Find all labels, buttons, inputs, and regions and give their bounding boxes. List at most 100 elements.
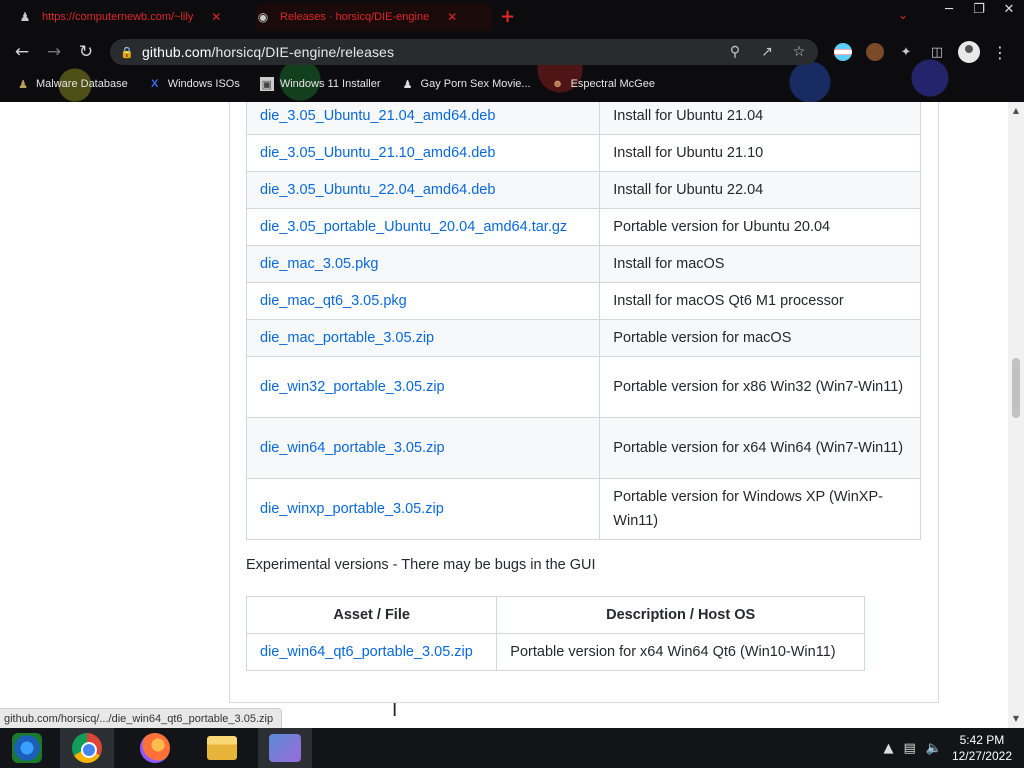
scroll-up-arrow-icon[interactable]: ▲: [1008, 104, 1024, 118]
asset-link[interactable]: die_3.05_portable_Ubuntu_20.04_amd64.tar…: [260, 219, 567, 235]
bookmark-label: Windows ISOs: [167, 78, 240, 90]
person-icon: ♟: [18, 78, 28, 91]
bookmark-label: Malware Database: [36, 78, 128, 90]
table-row: die_win64_portable_3.05.zip Portable vers…: [245, 417, 921, 479]
reload-button[interactable]: ↻: [73, 40, 99, 64]
window-close-button[interactable]: ✕: [994, 0, 1024, 18]
link-status-bubble: github.com/horsicq/.../die_win64_qt6_por…: [0, 708, 283, 730]
asset-link[interactable]: die_win64_portable_3.05.zip: [260, 440, 445, 456]
asset-link[interactable]: die_3.05_Ubuntu_22.04_amd64.deb: [260, 182, 495, 198]
header-description: Description / Host OS: [496, 596, 865, 634]
restore-button[interactable]: ❐: [964, 0, 994, 18]
table-row: die_3.05_portable_Ubuntu_20.04_amd64.tar…: [245, 208, 921, 246]
taskbar-chrome[interactable]: [60, 728, 114, 768]
tab-releases[interactable]: ◉ Releases · horsicq/DIE-engine ✕: [256, 3, 492, 31]
extension-flag-icon[interactable]: [834, 43, 852, 61]
asset-description: Install for Ubuntu 21.04: [599, 102, 921, 135]
show-hidden-icons-icon[interactable]: ▲: [883, 741, 893, 756]
spy-icon: ♟: [402, 78, 413, 91]
asset-description: Portable version for x86 Win32 (Win7-Win…: [599, 356, 921, 418]
zoom-search-icon[interactable]: ⚲: [724, 42, 746, 62]
table-row: die_win64_qt6_portable_3.05.zip Portable…: [245, 633, 865, 671]
image-icon: ▣: [259, 77, 274, 91]
extension-avatar-icon[interactable]: [866, 43, 884, 61]
asset-description: Install for Ubuntu 21.10: [599, 134, 921, 172]
header-asset-file: Asset / File: [245, 596, 498, 634]
tab-strip: ♟ https://computernewb.com/~lily ✕ ◉ Rel…: [0, 0, 1024, 34]
start-button[interactable]: [0, 728, 54, 768]
spy-icon: ♟: [19, 10, 31, 24]
asset-description: Install for macOS Qt6 M1 processor: [599, 282, 921, 320]
url-host: github.com: [142, 44, 212, 60]
taskbar-file-explorer[interactable]: [195, 728, 249, 768]
table-row: die_3.05_Ubuntu_21.10_amd64.deb Install f…: [245, 134, 921, 172]
asset-link[interactable]: die_win64_qt6_portable_3.05.zip: [260, 644, 473, 660]
close-tab-icon[interactable]: ✕: [211, 10, 221, 24]
scrollbar-thumb[interactable]: [1012, 358, 1020, 418]
new-tab-button[interactable]: +: [500, 6, 515, 27]
asset-description: Portable version for x64 Win64 Qt6 (Win1…: [496, 633, 865, 671]
system-tray: ▲ ▤ 🔈 5:42 PM 12/27/2022: [883, 728, 1024, 768]
asset-description: Install for macOS: [599, 245, 921, 283]
taskbar-people[interactable]: [258, 728, 312, 768]
asset-description: Portable version for x64 Win64 (Win7-Win…: [599, 417, 921, 479]
minimize-button[interactable]: ─: [934, 0, 964, 18]
asset-link[interactable]: die_win32_portable_3.05.zip: [260, 379, 445, 395]
asset-description: Portable version for macOS: [599, 319, 921, 357]
file-explorer-icon: [207, 736, 237, 760]
table-row: die_mac_portable_3.05.zip Portable versio…: [245, 319, 921, 357]
table-row: die_mac_3.05.pkg Install for macOS: [245, 245, 921, 283]
chrome-icon: [72, 733, 102, 763]
experimental-assets-table: Asset / File Description / Host OS die_w…: [245, 596, 865, 671]
bookmark-windows-isos[interactable]: X Windows ISOs: [144, 72, 244, 96]
bookmark-label: Windows 11 Installer: [279, 78, 381, 90]
bookmark-windows-11-installer[interactable]: ▣ Windows 11 Installer: [256, 72, 385, 96]
table-row: die_3.05_Ubuntu_22.04_amd64.deb Install f…: [245, 171, 921, 209]
bookmark-star-icon[interactable]: ☆: [788, 42, 810, 62]
network-icon[interactable]: ▤: [903, 741, 915, 756]
close-tab-icon[interactable]: ✕: [447, 10, 457, 24]
asset-link[interactable]: die_winxp_portable_3.05.zip: [260, 501, 444, 517]
github-icon: ◉: [257, 10, 269, 24]
address-bar[interactable]: 🔒 github.com/horsicq/DIE-engine/releases…: [110, 39, 818, 65]
asset-link[interactable]: die_3.05_Ubuntu_21.10_amd64.deb: [260, 145, 495, 161]
asset-link[interactable]: die_mac_portable_3.05.zip: [260, 330, 434, 346]
start-icon: [12, 733, 42, 763]
browser-menu-icon[interactable]: ⋮: [990, 41, 1010, 63]
profile-avatar[interactable]: [958, 41, 980, 63]
asset-link[interactable]: die_mac_qt6_3.05.pkg: [260, 293, 407, 309]
table-row: die_winxp_portable_3.05.zip Portable vers…: [245, 478, 921, 540]
asset-link[interactable]: die_mac_3.05.pkg: [260, 256, 379, 272]
back-button[interactable]: ←: [9, 40, 35, 64]
browser-chrome: ♟ https://computernewb.com/~lily ✕ ◉ Rel…: [0, 0, 1024, 102]
people-icon: [269, 734, 301, 762]
bookmark-espectral-mcgee[interactable]: ☻ Espectral McGee: [547, 72, 659, 96]
volume-icon[interactable]: 🔈: [926, 741, 942, 756]
tab-computernewb[interactable]: ♟ https://computernewb.com/~lily ✕: [18, 3, 246, 31]
bookmark-movie-site[interactable]: ♟ Gay Porn Sex Movie...: [397, 72, 535, 96]
taskbar-firefox[interactable]: [128, 728, 182, 768]
page-scrollbar[interactable]: ▲ ▼: [1008, 102, 1024, 728]
bookmark-malware-database[interactable]: ♟ Malware Database: [12, 72, 132, 96]
scroll-down-arrow-icon[interactable]: ▼: [1008, 712, 1024, 726]
asset-link[interactable]: die_3.05_Ubuntu_21.04_amd64.deb: [260, 108, 495, 124]
firefox-icon: [140, 733, 170, 763]
clock-time: 5:42 PM: [959, 733, 1005, 747]
lock-icon[interactable]: 🔒: [120, 46, 136, 59]
asset-description: Install for Ubuntu 22.04: [599, 171, 921, 209]
clock[interactable]: 5:42 PM 12/27/2022: [952, 732, 1012, 764]
table-row: die_3.05_Ubuntu_21.04_amd64.deb Install f…: [245, 102, 921, 135]
experimental-note: Experimental versions - There may be bug…: [246, 557, 596, 573]
tab-search-icon[interactable]: ⌄: [898, 8, 908, 22]
assets-table: die_3.05_Ubuntu_21.04_amd64.deb Install f…: [245, 102, 921, 540]
bookmark-label: Espectral McGee: [570, 78, 655, 90]
tab-title: Releases · horsicq/DIE-engine: [280, 11, 430, 23]
text-cursor-icon: I: [392, 700, 398, 721]
table-row: die_win32_portable_3.05.zip Portable vers…: [245, 356, 921, 418]
forward-button[interactable]: →: [41, 40, 67, 64]
share-icon[interactable]: ↗: [756, 42, 778, 62]
side-panel-icon[interactable]: ◫: [926, 41, 948, 63]
asset-description: Portable version for Windows XP (WinXP-W…: [599, 478, 921, 540]
extensions-puzzle-icon[interactable]: ✦: [895, 41, 917, 63]
clock-date: 12/27/2022: [951, 749, 1012, 763]
